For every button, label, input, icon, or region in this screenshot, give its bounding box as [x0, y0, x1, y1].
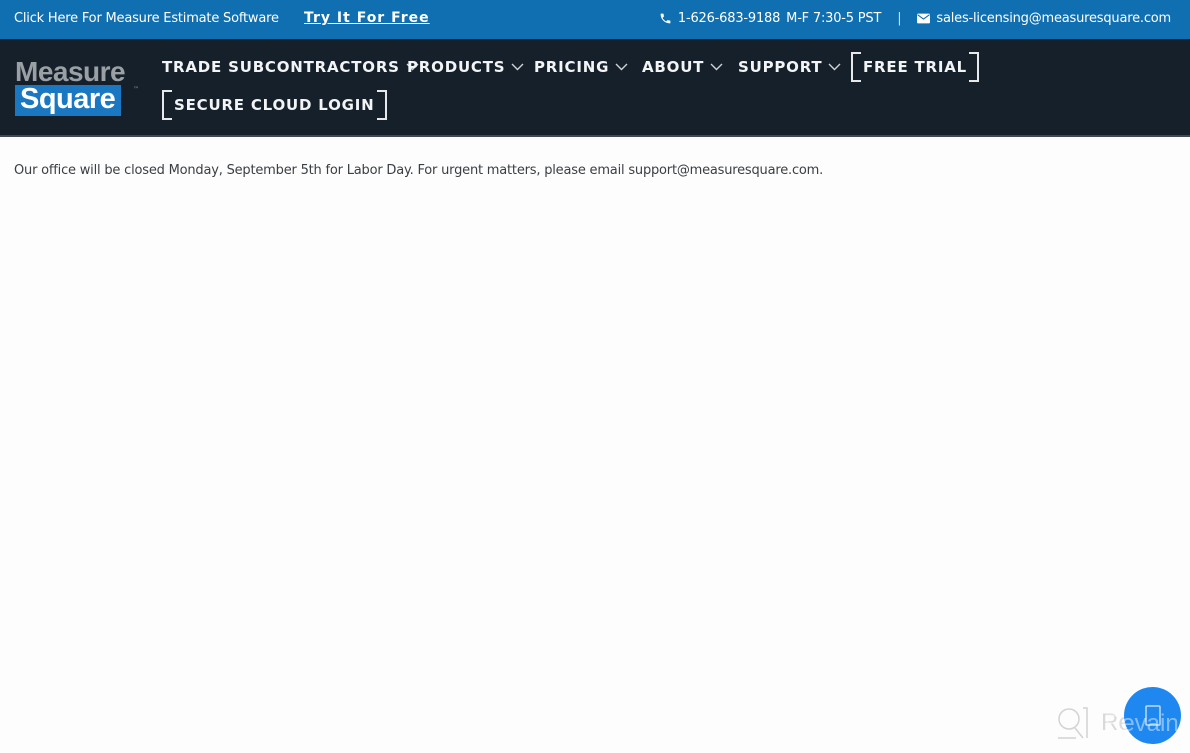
contact-info: 1-626-683-9188 M-F 7:30-5 PST | sales-li…: [659, 11, 1171, 26]
try-it-for-free-link[interactable]: Try It For Free: [304, 10, 430, 26]
nav-item-trade-subcontractors[interactable]: TRADE SUBCONTRACTORS: [162, 58, 419, 76]
nav-label: PRODUCTS: [407, 58, 506, 76]
nav-item-about[interactable]: ABOUT: [642, 58, 723, 76]
chevron-down-icon: [710, 63, 723, 71]
logo-text-square: Square: [15, 85, 122, 116]
office-closure-notice: Our office will be closed Monday, Septem…: [14, 163, 824, 178]
nav-item-products[interactable]: PRODUCTS: [407, 58, 524, 76]
phone-number[interactable]: 1-626-683-9188: [678, 11, 780, 26]
envelope-icon: [917, 13, 931, 24]
office-hours: M-F 7:30-5 PST: [786, 11, 882, 26]
free-trial-button[interactable]: FREE TRIAL: [851, 52, 980, 82]
nav-label: PRICING: [534, 58, 610, 76]
chat-widget-button[interactable]: [1124, 687, 1181, 744]
chevron-down-icon: [828, 63, 841, 71]
chevron-down-icon: [615, 63, 628, 71]
nav-item-support[interactable]: SUPPORT: [738, 58, 841, 76]
secure-cloud-login-label: SECURE CLOUD LOGIN: [174, 96, 375, 114]
chevron-down-icon: [511, 63, 524, 71]
measure-square-logo[interactable]: Measure Square ™: [15, 56, 140, 116]
promo-text[interactable]: Click Here For Measure Estimate Software: [14, 11, 279, 26]
trademark-symbol: ™: [133, 86, 139, 93]
secure-cloud-login-button[interactable]: SECURE CLOUD LOGIN: [162, 90, 387, 120]
phone-icon: [659, 12, 672, 25]
nav-label: SUPPORT: [738, 58, 823, 76]
free-trial-label: FREE TRIAL: [863, 58, 968, 76]
nav-label: TRADE SUBCONTRACTORS: [162, 58, 400, 76]
chat-icon: [1144, 704, 1161, 726]
logo-text-measure: Measure: [15, 56, 126, 87]
nav-label: ABOUT: [642, 58, 705, 76]
main-navigation: Measure Square ™ TRADE SUBCONTRACTORS PR…: [0, 39, 1190, 137]
sales-email-link[interactable]: sales-licensing@measuresquare.com: [936, 11, 1171, 26]
revain-logo-icon: [1058, 707, 1088, 739]
separator: |: [897, 11, 902, 26]
nav-item-pricing[interactable]: PRICING: [534, 58, 628, 76]
top-utility-bar: Click Here For Measure Estimate Software…: [0, 0, 1190, 39]
